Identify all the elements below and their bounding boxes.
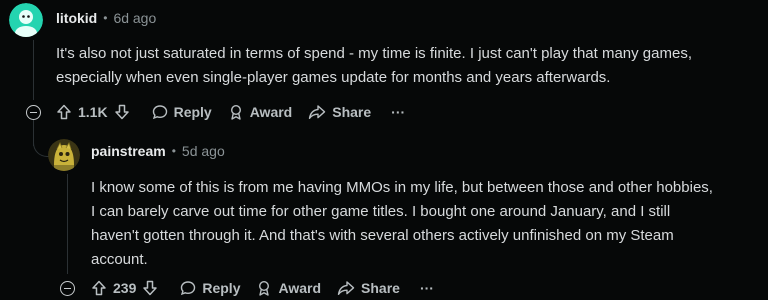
author-name[interactable]: painstream bbox=[91, 143, 166, 159]
comment-body: It's also not just saturated in terms of… bbox=[56, 42, 756, 90]
timestamp[interactable]: 5d ago bbox=[182, 143, 225, 159]
reply-icon bbox=[181, 281, 196, 296]
collapse-icon bbox=[30, 111, 37, 114]
comment-actions: 1.1K Reply Award Share ··· bbox=[56, 104, 421, 120]
comment-line: I can barely carve out time for other ga… bbox=[91, 203, 671, 220]
comment-meta: painstream • 5d ago bbox=[91, 143, 225, 159]
reply-icon bbox=[152, 105, 167, 120]
thread-line bbox=[33, 40, 34, 100]
comment-line: especially when even single-player games… bbox=[56, 69, 611, 86]
comment-body: I know some of this is from me having MM… bbox=[91, 176, 761, 272]
comment-line: It's also not just saturated in terms of… bbox=[56, 45, 692, 62]
upvote-icon[interactable] bbox=[91, 280, 107, 296]
comment-line: I know some of this is from me having MM… bbox=[91, 179, 713, 196]
award-button[interactable]: Award bbox=[228, 104, 293, 120]
share-icon bbox=[309, 105, 326, 119]
collapse-button[interactable] bbox=[60, 281, 75, 296]
reply-label: Reply bbox=[173, 104, 212, 120]
collapse-icon bbox=[64, 287, 71, 290]
separator-dot: • bbox=[171, 144, 176, 158]
separator-dot: • bbox=[103, 11, 108, 25]
more-options-icon: ··· bbox=[391, 104, 406, 120]
upvote-icon[interactable] bbox=[56, 104, 72, 120]
downvote-icon[interactable] bbox=[142, 280, 158, 296]
share-label: Share bbox=[361, 280, 400, 296]
comment-line: haven't gotten through it. And that's wi… bbox=[91, 227, 674, 244]
avatar[interactable] bbox=[48, 139, 80, 171]
award-label: Award bbox=[278, 280, 322, 296]
vote-count: 239 bbox=[113, 280, 137, 296]
award-icon bbox=[259, 280, 270, 296]
collapse-button[interactable] bbox=[26, 105, 41, 120]
comment-meta: litokid • 6d ago bbox=[56, 10, 156, 26]
reply-label: Reply bbox=[202, 280, 241, 296]
more-options-button[interactable]: ··· bbox=[391, 104, 405, 120]
award-label: Award bbox=[249, 104, 293, 120]
vote-count: 1.1K bbox=[78, 104, 108, 120]
timestamp[interactable]: 6d ago bbox=[113, 10, 156, 26]
share-icon bbox=[337, 281, 355, 295]
comment-actions: 239 Reply Award Share ··· bbox=[91, 280, 450, 296]
award-button[interactable]: Award bbox=[256, 280, 321, 296]
share-label: Share bbox=[332, 104, 372, 120]
thread-line bbox=[67, 174, 68, 274]
share-button[interactable]: Share bbox=[337, 280, 400, 296]
reply-button[interactable]: Reply bbox=[152, 104, 212, 120]
comment-line: account. bbox=[91, 251, 148, 268]
more-options-button[interactable]: ··· bbox=[420, 280, 434, 296]
award-icon bbox=[230, 104, 241, 120]
reply-button[interactable]: Reply bbox=[180, 280, 240, 296]
downvote-icon[interactable] bbox=[114, 104, 130, 120]
author-name[interactable]: litokid bbox=[56, 10, 97, 26]
avatar[interactable] bbox=[9, 3, 43, 37]
more-options-icon: ··· bbox=[419, 280, 434, 296]
share-button[interactable]: Share bbox=[308, 104, 371, 120]
